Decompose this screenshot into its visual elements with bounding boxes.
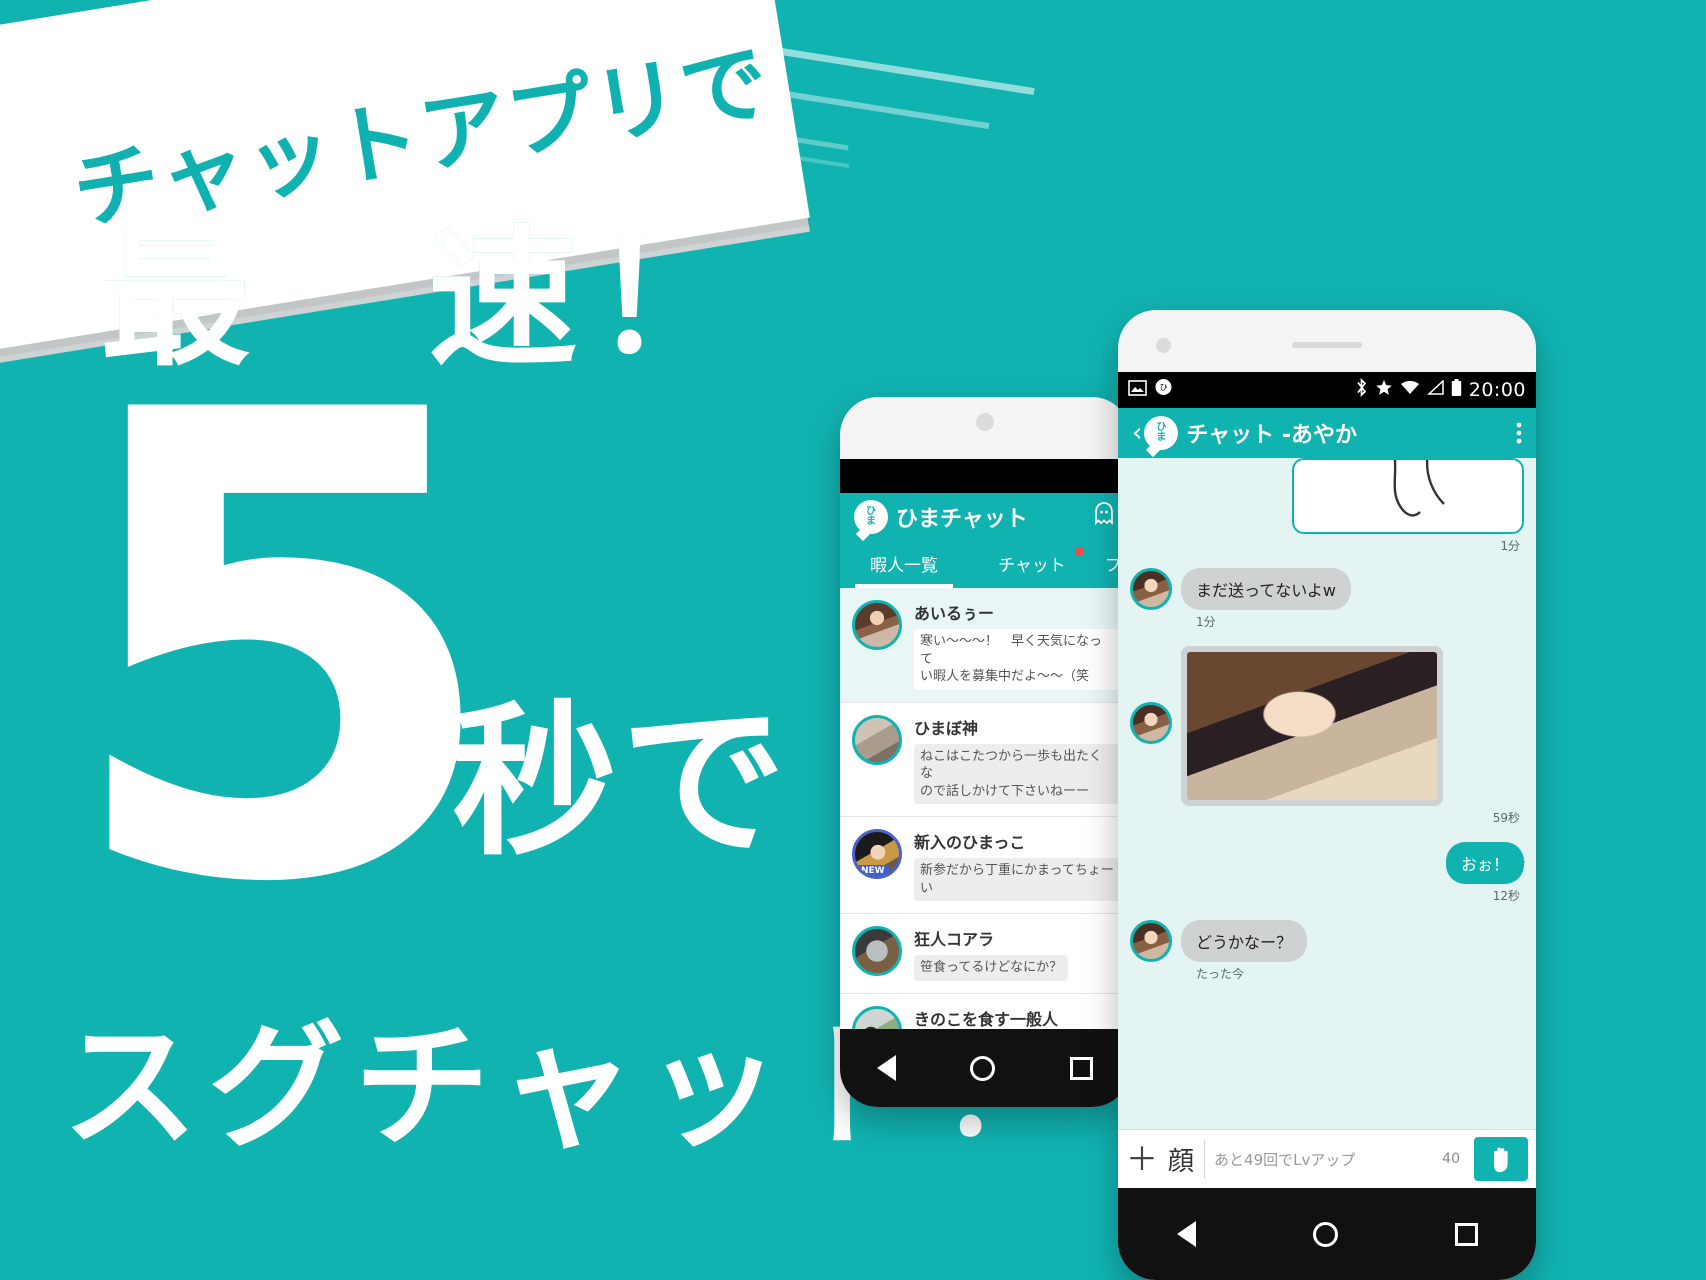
message-timestamp: 12秒 xyxy=(1492,889,1520,903)
chat-app-bar: ‹ ひ ま チャット -あやか xyxy=(1118,408,1536,458)
phone-device-left: ひ ま ひまチャット 暇人一覧 チャット フ あいるぅー 寒い〜〜〜！ 早く天気… xyxy=(840,397,1130,1107)
user-status-message: 新参だから丁重にかまってちょー い xyxy=(914,858,1120,902)
list-item[interactable]: 狂人コアラ 笹食ってるけどなにか？ xyxy=(840,914,1130,994)
home-button-icon[interactable] xyxy=(1312,1221,1338,1247)
ghost-icon[interactable] xyxy=(1092,501,1116,533)
chat-message: どうかなー？ xyxy=(1118,920,1536,962)
back-button-icon[interactable] xyxy=(1176,1221,1196,1247)
status-bar-right: ひ 20:00 xyxy=(1118,372,1536,408)
more-vertical-icon[interactable] xyxy=(1516,421,1522,445)
level-counter: 40 xyxy=(1442,1151,1460,1167)
user-status-message: ねこはこたつから一歩も出たくな ので話しかけて下さいねーー xyxy=(914,743,1120,805)
logo-text-bottom: ま xyxy=(1156,432,1167,443)
recents-button-icon[interactable] xyxy=(1069,1056,1093,1080)
message-input-bar[interactable]: ＋ 顔 あと49回でLvアップ 40 xyxy=(1118,1129,1536,1188)
headline-big-number: 5 xyxy=(60,277,505,1022)
status-bar-clock: 20:00 xyxy=(1468,379,1526,401)
message-image-bubble[interactable] xyxy=(1180,646,1443,806)
home-button-icon[interactable] xyxy=(970,1055,996,1081)
headline-seconds: 秒で xyxy=(452,686,790,878)
android-nav-bar-left[interactable] xyxy=(840,1029,1130,1107)
list-item[interactable]: NEW 新入のひまっこ 新参だから丁重にかまってちょー い xyxy=(840,817,1130,915)
recents-button-icon[interactable] xyxy=(1454,1222,1478,1246)
chat-title: チャット -あやか xyxy=(1186,423,1357,448)
chat-message: おぉ！ xyxy=(1118,842,1536,884)
avatar xyxy=(852,714,902,765)
image-icon xyxy=(1128,379,1147,401)
front-camera-icon xyxy=(976,413,994,431)
tab-label: チャット xyxy=(998,556,1066,576)
user-name: ひまぼ神 xyxy=(914,718,979,738)
logo-text-bottom: ま xyxy=(866,516,876,527)
avatar xyxy=(852,600,902,650)
back-button-icon[interactable] xyxy=(877,1055,897,1081)
list-item[interactable]: あいるぅー 寒い〜〜〜！ 早く天気になって い暇人を募集中だよ〜〜（笑 xyxy=(840,588,1130,703)
signal-icon xyxy=(1426,379,1444,400)
wifi-icon xyxy=(1400,380,1420,400)
chat-scroll-area[interactable]: 1分 まだ送ってないよw 1分 59秒 おぉ！ 12秒 どうかなー？ たった今 xyxy=(1118,458,1536,1188)
android-nav-bar-right[interactable] xyxy=(1118,1188,1536,1280)
user-status-message: 寒い〜〜〜！ 早く天気になって い暇人を募集中だよ〜〜（笑 xyxy=(914,629,1120,690)
phone-right-screen: ひ 20:00 ‹ ひ ま チャット -あやか 1分 まだ送ってないよw 1分 … xyxy=(1118,372,1536,1188)
user-list[interactable]: あいるぅー 寒い〜〜〜！ 早く天気になって い暇人を募集中だよ〜〜（笑 ひまぼ神… xyxy=(840,588,1130,1029)
status-bar-left xyxy=(840,459,1130,493)
battery-icon xyxy=(1451,378,1462,402)
drawing-bubble xyxy=(1292,458,1524,534)
list-item[interactable]: ひまぼ神 ねこはこたつから一歩も出たくな ので話しかけて下さいねーー xyxy=(840,703,1130,818)
avatar: NEW xyxy=(852,829,902,880)
avatar xyxy=(852,1005,902,1029)
sent-photo[interactable] xyxy=(1187,652,1437,800)
avatar xyxy=(1130,568,1172,610)
message-input[interactable]: あと49回でLvアップ xyxy=(1204,1140,1432,1178)
user-name: 狂人コアラ xyxy=(914,930,995,950)
unread-dot-badge xyxy=(1075,547,1084,556)
bluetooth-icon xyxy=(1355,377,1368,402)
send-button[interactable] xyxy=(1474,1137,1528,1181)
chat-message[interactable] xyxy=(1118,646,1536,806)
back-chevron-icon[interactable]: ‹ xyxy=(1132,418,1142,448)
message-bubble: どうかなー？ xyxy=(1179,920,1308,962)
app-notification-icon: ひ xyxy=(1154,378,1173,402)
chat-messages: 1分 まだ送ってないよw 1分 59秒 おぉ！ 12秒 どうかなー？ たった今 xyxy=(1118,458,1536,1188)
app-bar-left: ひ ま ひまチャット xyxy=(840,493,1130,541)
user-name: あいるぅー xyxy=(914,604,995,623)
himachat-logo-icon: ひ ま xyxy=(854,500,888,534)
message-timestamp: 59秒 xyxy=(1492,811,1520,825)
promo-banner-root: チャットアプリで 最 速！ 5 秒で スグチャット！ ひ ま ひまチャット 暇人… xyxy=(0,0,1706,1280)
chat-message xyxy=(1118,458,1536,534)
emoji-face-button[interactable]: 顔 xyxy=(1168,1141,1194,1178)
avatar xyxy=(852,926,902,977)
list-item[interactable]: きのこを食す一般人 きのこにかんして長めに話せる人 xyxy=(840,994,1130,1029)
tab-chat[interactable]: チャット xyxy=(968,541,1096,588)
message-timestamp: 1分 xyxy=(1196,615,1216,629)
user-name: きのこを食す一般人 xyxy=(914,1009,1059,1029)
avatar xyxy=(1130,702,1172,744)
user-status-message: 笹食ってるけどなにか？ xyxy=(914,955,1069,981)
message-bubble-outgoing: おぉ！ xyxy=(1445,842,1526,884)
phone-device-right: ひ 20:00 ‹ ひ ま チャット -あやか 1分 まだ送ってないよw 1分 … xyxy=(1118,310,1536,1280)
earpiece-speaker xyxy=(1292,342,1362,348)
star-icon xyxy=(1375,379,1393,402)
new-badge: NEW xyxy=(857,865,889,877)
message-timestamp: たった今 xyxy=(1196,967,1245,981)
message-bubble: まだ送ってないよw xyxy=(1180,568,1351,610)
message-timestamp: 1分 xyxy=(1500,539,1520,553)
user-name: 新入のひまっこ xyxy=(914,833,1026,853)
app-title: ひまチャット xyxy=(896,507,1028,532)
tab-bar-left[interactable]: 暇人一覧 チャット フ xyxy=(840,541,1130,588)
svg-text:ひ: ひ xyxy=(1160,383,1168,392)
tab-label: 暇人一覧 xyxy=(870,556,938,576)
front-camera-icon xyxy=(1156,338,1171,353)
plus-icon[interactable]: ＋ xyxy=(1126,1143,1158,1175)
phone-left-screen: ひ ま ひまチャット 暇人一覧 チャット フ あいるぅー 寒い〜〜〜！ 早く天気… xyxy=(840,459,1130,1029)
avatar xyxy=(1130,920,1172,962)
tab-user-list[interactable]: 暇人一覧 xyxy=(840,541,968,588)
chat-message: まだ送ってないよw xyxy=(1118,568,1536,610)
himachat-logo-icon: ひ ま xyxy=(1144,416,1179,450)
